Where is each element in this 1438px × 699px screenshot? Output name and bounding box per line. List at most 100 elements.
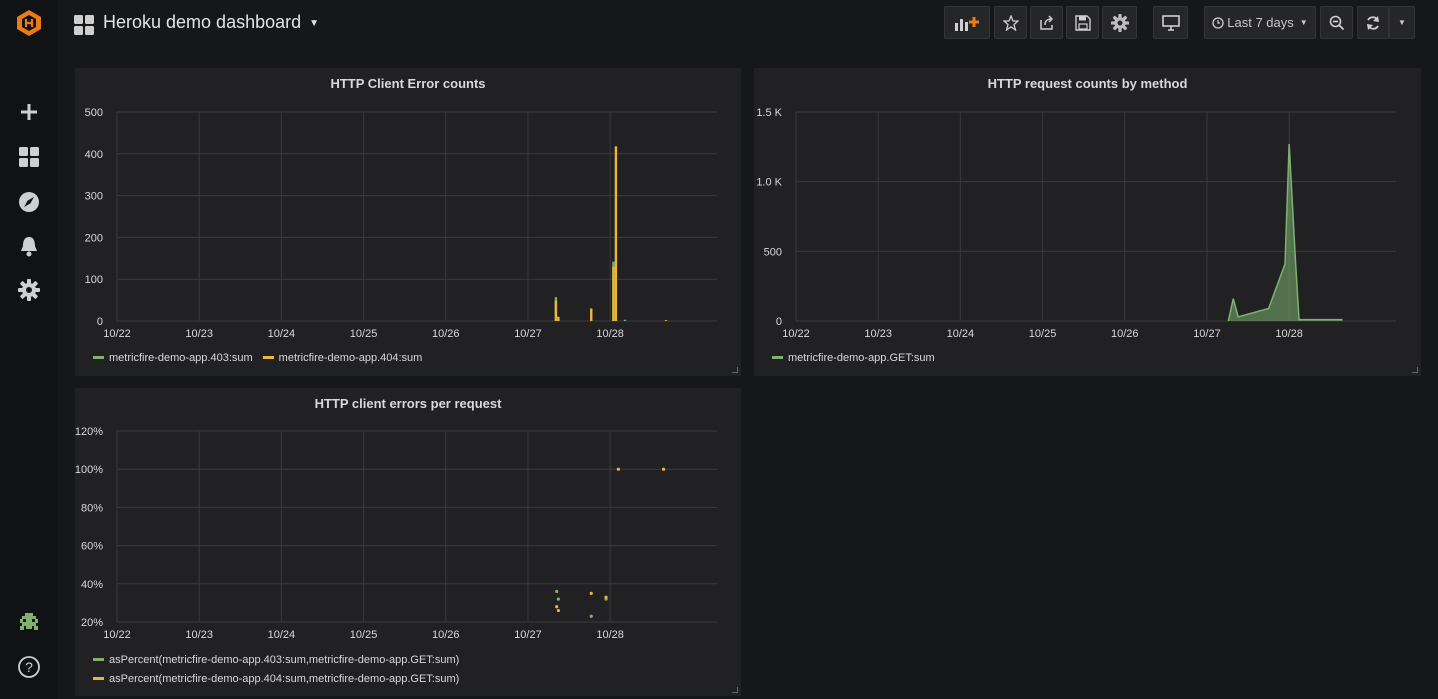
legend-swatch bbox=[93, 658, 104, 661]
legend-swatch bbox=[772, 356, 783, 359]
legend-swatch bbox=[262, 356, 274, 359]
x-tick-label: 10/28 bbox=[596, 629, 624, 641]
dashboard-grid-icon bbox=[74, 15, 94, 40]
grafana-logo-icon[interactable] bbox=[14, 8, 44, 38]
star-button[interactable] bbox=[994, 6, 1027, 39]
legend-label: metricfire-demo-app.GET:sum bbox=[788, 351, 935, 364]
resize-handle[interactable] bbox=[1412, 367, 1418, 373]
x-tick-label: 10/26 bbox=[1111, 328, 1139, 340]
legend-label: asPercent(metricfire-demo-app.404:sum,me… bbox=[109, 672, 460, 685]
y-tick-label: 20% bbox=[81, 617, 103, 629]
legend-item[interactable]: metricfire-demo-app.GET:sum bbox=[772, 348, 935, 367]
x-tick-label: 10/28 bbox=[596, 328, 624, 340]
y-tick-label: 0 bbox=[776, 316, 782, 328]
resize-handle[interactable] bbox=[732, 367, 738, 373]
panel-http-request-counts-by-method: HTTP request counts by method 0 500 1.0 K1… bbox=[754, 68, 1421, 376]
x-tick-label: 10/22 bbox=[782, 328, 810, 340]
refresh-interval-dropdown[interactable]: ▼ bbox=[1389, 6, 1415, 39]
y-tick-label: 300 bbox=[85, 191, 103, 203]
y-tick-label: 1.0 K bbox=[756, 177, 782, 189]
bar bbox=[557, 316, 560, 321]
y-tick-label: 200 bbox=[85, 232, 103, 244]
legend-item[interactable]: asPercent(metricfire-demo-app.403:sum,me… bbox=[93, 650, 459, 669]
y-tick-label: 400 bbox=[85, 149, 103, 161]
x-tick-label: 10/22 bbox=[103, 328, 131, 340]
explore-compass-icon[interactable] bbox=[14, 187, 44, 217]
data-point bbox=[555, 589, 559, 594]
legend: asPercent(metricfire-demo-app.403:sum,me… bbox=[93, 650, 459, 688]
refresh-button[interactable] bbox=[1357, 6, 1389, 39]
x-tick-label: 10/24 bbox=[268, 629, 296, 641]
data-point bbox=[555, 605, 559, 609]
user-avatar-icon[interactable] bbox=[14, 608, 44, 638]
x-tick-label: 10/26 bbox=[432, 629, 460, 641]
panel-http-client-errors-per-request: HTTP client errors per request 20% 40% 60%… bbox=[75, 388, 741, 696]
bar bbox=[554, 300, 558, 321]
legend-item[interactable]: metricfire-demo-app.403:sum metricfire-d… bbox=[93, 348, 422, 367]
data-point bbox=[556, 608, 560, 613]
y-tick-label: 100% bbox=[75, 464, 103, 476]
x-tick-label: 10/25 bbox=[350, 328, 378, 340]
chart-http-client-error-counts: 0 100 200 300 400 500 10/22 10/23 10/24 10/25 10/2… bbox=[85, 107, 717, 340]
resize-handle[interactable] bbox=[732, 687, 738, 693]
configuration-gear-icon[interactable] bbox=[14, 275, 44, 305]
x-tick-label: 10/23 bbox=[185, 629, 213, 641]
star-icon bbox=[1002, 14, 1019, 31]
time-range-picker[interactable]: Last 7 days ▼ bbox=[1204, 6, 1316, 39]
y-tick-label: 500 bbox=[85, 107, 103, 119]
y-tick-label: 40% bbox=[81, 579, 103, 591]
data-point bbox=[589, 591, 593, 595]
y-tick-label: 1.5 K bbox=[756, 107, 782, 119]
legend-item[interactable]: asPercent(metricfire-demo-app.404:sum,me… bbox=[93, 669, 459, 688]
dashboards-icon[interactable] bbox=[14, 142, 44, 172]
legend-swatch bbox=[93, 677, 104, 680]
data-point bbox=[661, 467, 666, 471]
caret-down-icon: ▼ bbox=[1398, 18, 1406, 27]
help-icon-label: ? bbox=[25, 659, 33, 675]
add-panel-button[interactable] bbox=[944, 6, 990, 39]
dashboard-title-picker[interactable]: Heroku demo dashboard ▼ bbox=[103, 12, 319, 33]
dashboard-settings-button[interactable] bbox=[1102, 6, 1137, 39]
tv-mode-button[interactable] bbox=[1153, 6, 1188, 39]
x-tick-label: 10/27 bbox=[514, 629, 542, 641]
x-tick-label: 10/26 bbox=[432, 328, 460, 340]
y-tick-label: 120% bbox=[75, 426, 103, 438]
help-icon[interactable]: ? bbox=[14, 652, 44, 682]
zoom-out-button[interactable] bbox=[1320, 6, 1353, 39]
panel-http-client-error-counts: HTTP Client Error counts 0 100 200 300 400 50… bbox=[75, 68, 741, 376]
caret-down-icon: ▼ bbox=[1299, 18, 1308, 27]
save-button[interactable] bbox=[1066, 6, 1099, 39]
x-tick-label: 10/28 bbox=[1275, 328, 1303, 340]
bar bbox=[590, 308, 593, 321]
x-tick-label: 10/25 bbox=[350, 629, 378, 641]
x-tick-label: 10/27 bbox=[1193, 328, 1221, 340]
bar bbox=[664, 320, 668, 321]
bar bbox=[614, 146, 618, 321]
x-tick-label: 10/24 bbox=[947, 328, 975, 340]
save-icon bbox=[1074, 14, 1091, 31]
monitor-icon bbox=[1161, 14, 1180, 31]
x-tick-label: 10/23 bbox=[864, 328, 892, 340]
gear-icon bbox=[1110, 13, 1129, 32]
legend-label: asPercent(metricfire-demo-app.403:sum,me… bbox=[109, 653, 460, 666]
x-tick-label: 10/23 bbox=[185, 328, 213, 340]
plus-icon[interactable] bbox=[14, 97, 44, 127]
data-point bbox=[589, 614, 593, 618]
clock-icon bbox=[1212, 16, 1224, 29]
data-point bbox=[604, 595, 608, 599]
legend-label: metricfire-demo-app.403:sum bbox=[109, 351, 253, 364]
legend: metricfire-demo-app.GET:sum bbox=[772, 348, 935, 367]
dashboard-title: Heroku demo dashboard bbox=[103, 12, 302, 32]
zoom-out-icon bbox=[1329, 15, 1344, 30]
y-tick-label: 100 bbox=[85, 274, 103, 286]
bar bbox=[623, 319, 627, 321]
y-tick-label: 60% bbox=[81, 541, 103, 553]
x-tick-label: 10/27 bbox=[514, 328, 542, 340]
alerting-bell-icon[interactable] bbox=[14, 231, 44, 261]
x-tick-label: 10/24 bbox=[268, 328, 296, 340]
legend-swatch bbox=[93, 356, 104, 359]
caret-down-icon: ▼ bbox=[309, 17, 320, 29]
legend-label: metricfire-demo-app.404:sum bbox=[278, 351, 423, 364]
chart-http-request-counts: 0 500 1.0 K 1.5 K 10/22 10/23 10/24 10/25 10/26 1… bbox=[756, 107, 1396, 340]
share-button[interactable] bbox=[1030, 6, 1063, 39]
